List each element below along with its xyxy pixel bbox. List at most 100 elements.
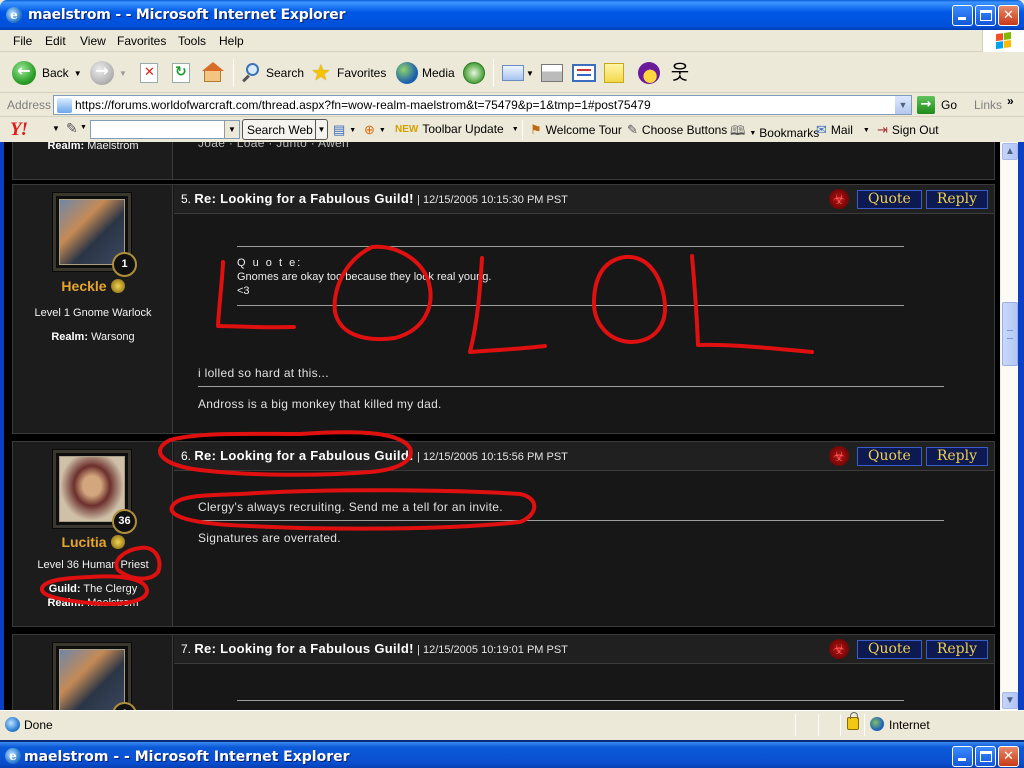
post-author-panel: 1 [13, 635, 173, 710]
menu-view[interactable]: View [80, 34, 106, 48]
menu-edit[interactable]: Edit [45, 34, 66, 48]
padlock-icon[interactable] [847, 712, 859, 730]
pencil-icon[interactable]: ✎ [66, 120, 78, 137]
status-separator [795, 714, 796, 736]
yahoo-search-input[interactable]: ▼ [90, 120, 240, 139]
quote-button[interactable]: Quote [856, 446, 922, 466]
scroll-down-button[interactable]: ▼ [1002, 692, 1018, 709]
menu-file[interactable]: File [13, 34, 32, 48]
toolbar-separator [233, 59, 234, 87]
post-title[interactable]: 7. Re: Looking for a Fabulous Guild! | 1… [181, 641, 568, 656]
close-button[interactable]: ✕ [998, 746, 1019, 767]
author-name[interactable]: Heckle [13, 278, 173, 294]
avatar[interactable]: 1 [52, 192, 137, 277]
mail-button[interactable]: ▼ [502, 60, 534, 86]
mail-dropdown-icon[interactable]: ▼ [863, 127, 870, 134]
toolbar-update-button[interactable]: NEW Toolbar Update ▼ [395, 122, 519, 136]
post-body: Q u o t e: Gnomes are okay too because t… [174, 215, 994, 433]
refresh-button[interactable]: ↻ [172, 60, 190, 86]
go-label: Go [941, 98, 958, 112]
edit-button[interactable] [572, 60, 596, 86]
standard-toolbar: ← Back ▼ → ▼ ✕ ↻ Search ★ Favorites Medi… [0, 53, 1024, 93]
character-search-icon[interactable] [110, 535, 125, 549]
back-dropdown-icon[interactable]: ▼ [74, 69, 82, 78]
menu-tools[interactable]: Tools [178, 34, 206, 48]
avatar[interactable]: 36 [52, 449, 137, 534]
avatar[interactable]: 1 [52, 642, 137, 710]
second-window-titlebar[interactable]: e maelstrom - - Microsoft Internet Explo… [0, 740, 1024, 768]
post-title[interactable]: 6. Re: Looking for a Fabulous Guild! | 1… [181, 448, 568, 463]
welcome-tour-button[interactable]: ⚑ Welcome Tour [530, 122, 622, 138]
reply-button[interactable]: Reply [925, 189, 988, 209]
url-text[interactable]: https://forums.worldofwarcraft.com/threa… [75, 98, 651, 112]
back-arrow-icon: ← [12, 61, 36, 85]
quote-button[interactable]: Quote [856, 189, 922, 209]
search-button[interactable]: Search [240, 60, 304, 86]
address-dropdown-icon[interactable]: ▼ [894, 96, 911, 114]
title-bar[interactable]: e maelstrom - - Microsoft Internet Explo… [0, 0, 1024, 30]
post-body: Joae · Loae · Junto · Awen [174, 142, 994, 179]
post-header: 7. Re: Looking for a Fabulous Guild! | 1… [174, 635, 994, 664]
search-web-button[interactable]: Search Web ▼ [242, 119, 328, 140]
aim-button[interactable]: 웃 [669, 60, 691, 86]
report-biohazard-icon[interactable]: ☣ [828, 446, 849, 466]
forum-post-prev: Realm: Maelstrom Joae · Loae · Junto · A… [10, 142, 997, 182]
history-button[interactable] [463, 60, 485, 86]
address-input[interactable]: https://forums.worldofwarcraft.com/threa… [53, 95, 912, 115]
go-button[interactable]: → Go [917, 96, 957, 114]
home-button[interactable] [202, 60, 224, 86]
close-button[interactable]: ✕ [998, 5, 1019, 26]
minimize-button[interactable] [952, 746, 973, 767]
author-name[interactable]: Lucitia [13, 534, 173, 550]
menu-bar: File Edit View Favorites Tools Help [0, 30, 1024, 52]
forward-button[interactable]: → ▼ [90, 60, 127, 86]
forum-post: 36 Lucitia Level 36 Human Priest Guild: … [10, 439, 997, 629]
reply-button[interactable]: Reply [925, 446, 988, 466]
ie-icon: e [6, 7, 22, 23]
scroll-thumb[interactable] [1002, 302, 1018, 366]
print-button[interactable] [541, 60, 563, 86]
quote-button[interactable]: Quote [856, 639, 922, 659]
links-chevron-icon[interactable]: » [1007, 94, 1014, 108]
yahoo-messenger-button[interactable] [638, 60, 660, 86]
mail-dropdown-icon[interactable]: ▼ [526, 69, 534, 78]
forum-post: 1 7. Re: Looking for a Fabulous Guild! |… [10, 632, 997, 710]
report-biohazard-icon[interactable]: ☣ [828, 189, 849, 209]
forward-dropdown-icon[interactable]: ▼ [119, 69, 127, 78]
choose-buttons-button[interactable]: ✎ Choose Buttons [627, 122, 727, 138]
character-search-icon[interactable] [110, 279, 125, 293]
printer-icon [541, 64, 563, 82]
vertical-scrollbar[interactable]: ▲ ▼ [1000, 142, 1018, 710]
layout-button[interactable]: ▤ ▼ [333, 122, 356, 138]
notes-button[interactable] [604, 60, 624, 86]
menu-help[interactable]: Help [219, 34, 244, 48]
security-zone-label: Internet [889, 718, 930, 732]
media-button[interactable]: Media [396, 60, 455, 86]
mail-toolbar-button[interactable]: ✉ Mail ▼ [816, 122, 870, 138]
maximize-icon [980, 751, 992, 762]
scroll-up-button[interactable]: ▲ [1002, 143, 1018, 160]
search-history-dropdown-icon[interactable]: ▼ [224, 121, 239, 138]
maximize-button[interactable] [975, 746, 996, 767]
forum-post: 1 Heckle Level 1 Gnome Warlock Realm: Wa… [10, 182, 997, 436]
toolbar-update-dropdown-icon[interactable]: ▼ [512, 126, 519, 133]
minimize-button[interactable] [952, 5, 973, 26]
maximize-button[interactable] [975, 5, 996, 26]
bookmarks-button[interactable]: 🕮 ▼ Bookmarks [730, 122, 819, 144]
quote-line: <3 [237, 285, 250, 297]
favorites-label: Favorites [337, 66, 387, 80]
pencil-dropdown-icon[interactable]: ▼ [80, 124, 87, 131]
search-web-dropdown-icon[interactable]: ▼ [315, 120, 327, 139]
menu-favorites[interactable]: Favorites [117, 34, 166, 48]
sign-out-button[interactable]: ⇥ Sign Out [877, 122, 939, 138]
back-button[interactable]: ← Back ▼ [12, 60, 82, 86]
report-biohazard-icon[interactable]: ☣ [828, 639, 849, 659]
yahoo-dropdown-icon[interactable]: ▼ [52, 124, 60, 133]
reply-button[interactable]: Reply [925, 639, 988, 659]
yahoo-logo[interactable]: Y! [10, 119, 28, 141]
stop-button[interactable]: ✕ [140, 60, 158, 86]
favorites-button[interactable]: ★ Favorites [311, 60, 386, 86]
links-button[interactable]: Links [974, 98, 1002, 112]
target-button[interactable]: ⊕ ▼ [364, 122, 386, 138]
post-title[interactable]: 5. Re: Looking for a Fabulous Guild! | 1… [181, 191, 568, 206]
